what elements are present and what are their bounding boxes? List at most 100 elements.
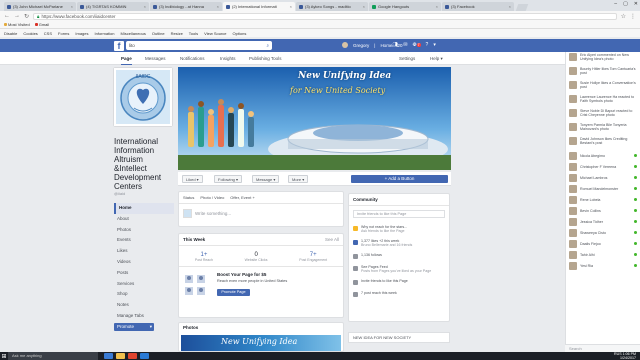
see-all-link[interactable]: See All — [325, 237, 339, 242]
browser-tab[interactable]: (4) TIGRTAS KOMMIN × — [77, 2, 149, 11]
menu-item-posts[interactable]: Posts — [114, 268, 174, 279]
page-profile-picture[interactable]: IIAIDC — [114, 68, 172, 126]
toolbar-item[interactable]: Images — [75, 31, 88, 36]
stat-post-engagement[interactable]: 7+ Post Engagement — [299, 252, 327, 262]
chat-contact[interactable]: Romuel Mandelmonster — [566, 183, 640, 194]
tab-notifications[interactable]: Notifications — [180, 56, 205, 61]
toolbar-item[interactable]: Tools — [189, 31, 198, 36]
community-item[interactable]: Why not reach for the stars... Ask friend… — [349, 222, 449, 236]
tab-insights[interactable]: Insights — [220, 56, 236, 61]
toolbar-item[interactable]: Information — [95, 31, 115, 36]
notifications-icon[interactable]: 🌐︎7 — [413, 42, 421, 48]
chat-search-input[interactable]: Search — [565, 344, 640, 352]
toolbar-item[interactable]: Disable — [4, 31, 17, 36]
toolbar-item[interactable]: Outline — [152, 31, 165, 36]
promote-page-button[interactable]: Promote Page — [217, 289, 250, 296]
chat-contact[interactable]: Nicola Abegimo — [566, 150, 640, 161]
file-explorer-icon[interactable] — [116, 353, 125, 359]
stat-post-reach[interactable]: 1+ Post Reach — [195, 252, 213, 262]
menu-item-likes[interactable]: Likes — [114, 246, 174, 257]
help-icon[interactable]: ? — [426, 42, 429, 48]
url-input[interactable]: 🔒︎ https://www.facebook.com/iiaidcenter — [33, 12, 617, 20]
composer-input[interactable]: Write something... — [179, 204, 343, 223]
toolbar-item[interactable]: Forms — [58, 31, 69, 36]
close-tab-icon[interactable]: × — [363, 4, 365, 9]
invite-friends-input[interactable]: Invite friends to like this Page — [353, 210, 445, 218]
ticker-item[interactable]: Bounty Hitler likes Tom Cantuaria's post — [566, 66, 640, 80]
close-tab-icon[interactable]: × — [71, 4, 73, 9]
page-handle[interactable]: @iiaid — [114, 191, 125, 196]
community-item[interactable]: See Pages Feed Posts from Pages you've li… — [349, 262, 449, 276]
photo-thumbnail[interactable]: New Unifying Idea — [181, 335, 341, 351]
cover-photo[interactable]: New Unifying Idea for New United Society — [178, 67, 451, 170]
facebook-search-input[interactable]: lito ⌕ — [126, 41, 272, 50]
messages-icon[interactable]: ✉︎ — [403, 42, 407, 48]
toolbar-item[interactable]: CSS — [44, 31, 52, 36]
minimize-icon[interactable]: – — [614, 1, 617, 7]
close-tab-icon[interactable]: × — [436, 4, 438, 9]
chat-contact[interactable]: Shaweeya Cisto — [566, 227, 640, 238]
close-tab-icon[interactable]: × — [290, 4, 292, 9]
chat-contact[interactable]: Rene Lobela — [566, 194, 640, 205]
new-idea-heading[interactable]: NEW IDEA FOR NEW SOCIETY — [348, 332, 450, 343]
close-window-icon[interactable]: ✕ — [634, 1, 638, 7]
menu-item-home[interactable]: Home — [114, 203, 174, 214]
toolbar-item[interactable]: Options — [233, 31, 247, 36]
close-tab-icon[interactable]: × — [144, 4, 146, 9]
menu-item-events[interactable]: Events — [114, 235, 174, 246]
composer-tab-offer-event[interactable]: Offer, Event + — [230, 195, 255, 200]
stat-website-clicks[interactable]: 0 Website Clicks — [245, 252, 268, 262]
tab-publishing-tools[interactable]: Publishing Tools — [249, 56, 281, 61]
menu-item-notes[interactable]: Notes — [114, 300, 174, 311]
browser-tab-active[interactable]: (2) International Informati × — [223, 2, 295, 11]
chat-contact[interactable]: Michael Lambros — [566, 172, 640, 183]
tab-page[interactable]: Page — [121, 56, 132, 65]
ticker-item[interactable]: Eric Alyeri commented on New Unifying Id… — [566, 52, 640, 66]
liked-button[interactable]: Liked ▾ — [182, 175, 203, 183]
composer-tab-photo-video[interactable]: Photo / Video — [200, 195, 224, 200]
account-menu-icon[interactable]: ▾ — [433, 42, 436, 48]
avatar[interactable] — [342, 42, 348, 48]
home-link[interactable]: Home — [380, 43, 392, 48]
community-item[interactable]: 1,377 likes +2 this week Bruno Bellemarie… — [349, 236, 449, 250]
new-tab-button[interactable] — [515, 4, 529, 11]
chat-contact[interactable]: Tahir Alhi — [566, 249, 640, 260]
close-tab-icon[interactable]: × — [217, 4, 219, 9]
chrome-icon[interactable] — [128, 353, 137, 359]
bookmark-gmail[interactable]: Gmail — [34, 22, 49, 27]
ticker-item[interactable]: David Johnson likes Crediting Bestani's … — [566, 136, 640, 150]
star-icon[interactable]: ☆ — [621, 13, 626, 20]
menu-item-photos[interactable]: Photos — [114, 225, 174, 236]
community-item[interactable]: Invite friends to like this Page — [349, 276, 449, 288]
browser-tab[interactable]: Google Hangouts × — [369, 2, 441, 11]
ticker-item[interactable]: Susie Hollye likes a Conversation's post — [566, 80, 640, 94]
page-title[interactable]: International Information Altruism &Inte… — [114, 137, 176, 191]
menu-item-videos[interactable]: Videos — [114, 257, 174, 268]
following-button[interactable]: Following ▾ — [214, 175, 243, 183]
menu-item-about[interactable]: About — [114, 214, 174, 225]
bookmark-most-visited[interactable]: Most Visited — [4, 22, 30, 27]
facebook-logo-icon[interactable]: f — [114, 40, 124, 51]
message-button[interactable]: Message ▾ — [252, 175, 280, 183]
community-item[interactable]: 1,136 follows — [349, 250, 449, 262]
menu-item-services[interactable]: Services — [114, 279, 174, 290]
user-name-link[interactable]: Gregory — [353, 43, 369, 48]
task-view-icon[interactable] — [104, 353, 113, 359]
ticker-item[interactable]: Tonyem Parmia Bile Tonyeria Mainovani's … — [566, 122, 640, 136]
menu-icon[interactable]: ⋮ — [630, 13, 636, 20]
search-icon[interactable]: ⌕ — [266, 41, 269, 50]
toolbar-item[interactable]: View Source — [204, 31, 226, 36]
tab-messages[interactable]: Messages — [145, 56, 166, 61]
browser-tab[interactable]: (3) Facebook × — [442, 2, 514, 11]
taskbar-search-input[interactable]: Ask me anything — [8, 352, 98, 360]
menu-item-shop[interactable]: Shop — [114, 289, 174, 300]
browser-tab[interactable]: (3) John Michael McParlane × — [4, 2, 76, 11]
close-tab-icon[interactable]: × — [509, 4, 511, 9]
add-a-button[interactable]: + Add a Button — [351, 175, 448, 183]
toolbar-item[interactable]: Cookies — [23, 31, 37, 36]
chat-contact[interactable]: Bevin Collins — [566, 205, 640, 216]
forward-arrow-icon[interactable]: → — [14, 13, 20, 19]
browser-tab[interactable]: (3) Indibiology - at Hanna × — [150, 2, 222, 11]
reload-icon[interactable]: ↻ — [24, 13, 29, 20]
friend-requests-icon[interactable]: 👥︎ — [392, 42, 398, 48]
